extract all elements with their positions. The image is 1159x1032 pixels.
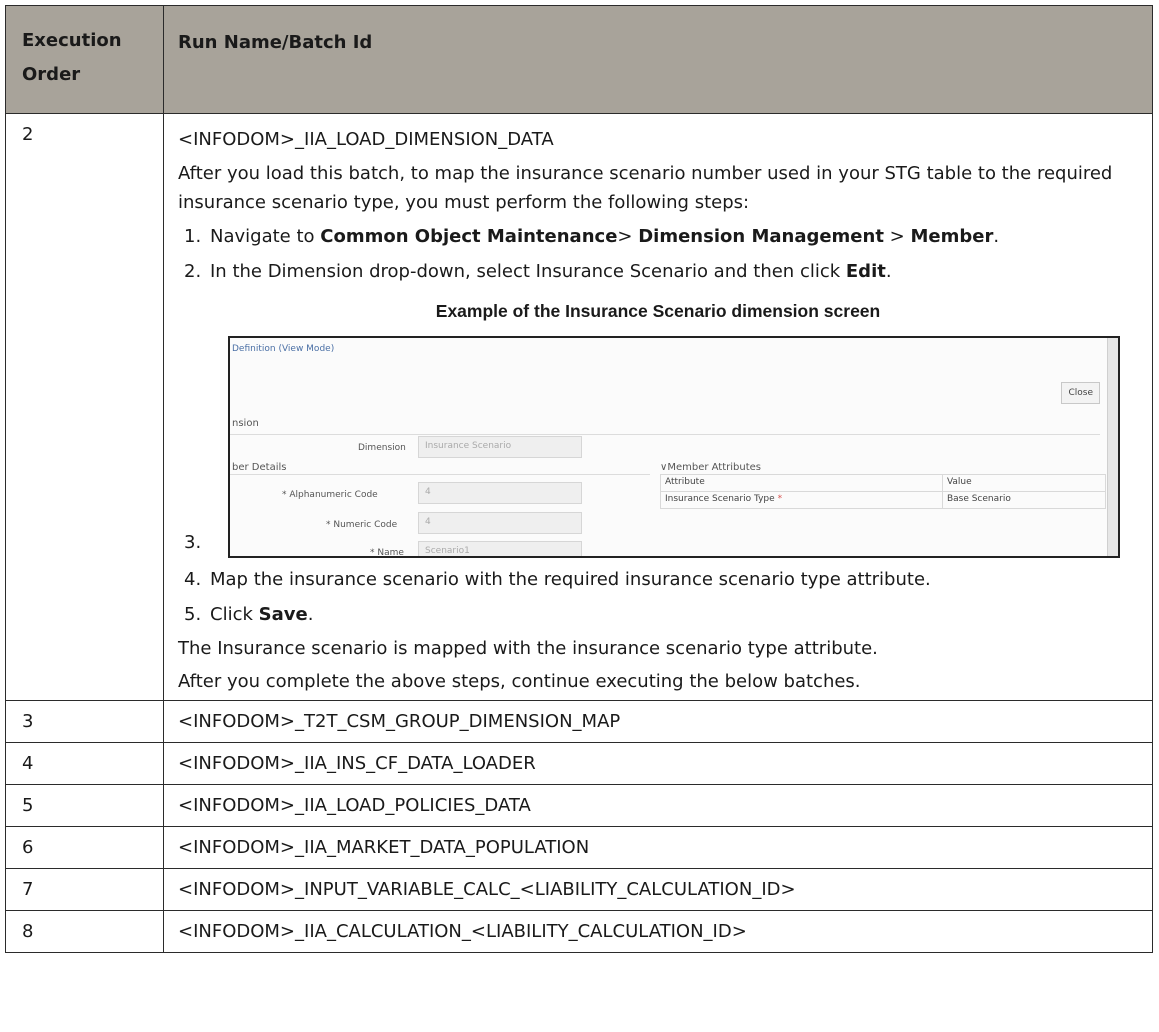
step-text: Navigate to (210, 226, 321, 247)
header-execution-order: Execution Order (5, 5, 164, 114)
step-number: 4. (184, 569, 202, 590)
period: . (885, 261, 892, 282)
numeric-code-label: * Numeric Code (326, 520, 398, 530)
alpha-code-label: * Alphanumeric Code (282, 490, 378, 500)
numeric-code-field[interactable]: 4 (418, 512, 582, 534)
dimension-field[interactable]: Insurance Scenario (418, 436, 582, 458)
member-attributes-table: Attribute Value Insurance Scenario Type … (660, 474, 1107, 509)
menu-common-object-maintenance: Common Object Maintenance (320, 226, 618, 247)
outro-paragraph-2: After you complete the above steps, cont… (178, 671, 861, 692)
table-row: 3 <INFODOM>_T2T_CSM_GROUP_DIMENSION_MAP (5, 700, 1153, 743)
header-run-name: Run Name/Batch Id (163, 5, 1153, 114)
run-name-cell: <INFODOM>_INPUT_VARIABLE_CALC_<LIABILITY… (163, 868, 1153, 911)
period: . (993, 226, 1000, 247)
step-number: 5. (184, 604, 202, 625)
save-label: Save (258, 604, 308, 625)
step-5: 5. Click Save. (184, 599, 1138, 630)
dimension-screenshot: Definition (View Mode) Close nsion Dimen… (228, 336, 1120, 558)
step-text: Map the insurance scenario with the requ… (210, 569, 931, 590)
table-row: 2 <INFODOM>_IIA_LOAD_DIMENSION_DATA Afte… (5, 113, 1153, 701)
value-header: Value (941, 474, 1107, 492)
execution-order-cell: 5 (5, 784, 164, 827)
value-cell[interactable]: Base Scenario (941, 491, 1107, 509)
execution-order-cell: 4 (5, 742, 164, 785)
attr-header: Attribute (660, 474, 943, 492)
table-row: 7 <INFODOM>_INPUT_VARIABLE_CALC_<LIABILI… (5, 868, 1153, 911)
table-row: 6 <INFODOM>_IIA_MARKET_DATA_POPULATION (5, 826, 1153, 869)
table-header-row: Execution Order Run Name/Batch Id (5, 5, 1153, 114)
step-3: 3. Definition (View Mode) Close nsion Di… (178, 336, 1138, 558)
table-row: 8 <INFODOM>_IIA_CALCULATION_<LIABILITY_C… (5, 910, 1153, 953)
step-4: 4. Map the insurance scenario with the re… (184, 564, 1138, 595)
execution-order-cell: 2 (5, 113, 164, 701)
execution-order-cell: 6 (5, 826, 164, 869)
figure-caption: Example of the Insurance Scenario dimens… (435, 301, 881, 321)
name-label: * Name (370, 548, 404, 558)
run-name-cell: <INFODOM>_T2T_CSM_GROUP_DIMENSION_MAP (163, 700, 1153, 743)
execution-order-cell: 8 (5, 910, 164, 953)
table-row: 5 <INFODOM>_IIA_LOAD_POLICIES_DATA (5, 784, 1153, 827)
batch-execution-table: Execution Order Run Name/Batch Id 2 <INF… (5, 5, 1153, 953)
step-number: 2. (184, 261, 202, 282)
run-name-cell: <INFODOM>_IIA_CALCULATION_<LIABILITY_CAL… (163, 910, 1153, 953)
execution-order-cell: 7 (5, 868, 164, 911)
outro-paragraph-1: The Insurance scenario is mapped with th… (178, 638, 878, 659)
period: . (307, 604, 314, 625)
close-button[interactable]: Close (1061, 382, 1100, 404)
run-name-cell: <INFODOM>_IIA_INS_CF_DATA_LOADER (163, 742, 1153, 785)
step-text: Click (210, 604, 259, 625)
menu-dimension-management: Dimension Management (638, 226, 884, 247)
step-text: In the Dimension drop-down, select Insur… (210, 261, 846, 282)
run-name-cell: <INFODOM>_IIA_MARKET_DATA_POPULATION (163, 826, 1153, 869)
execution-order-cell: 3 (5, 700, 164, 743)
steps-list-continued: 4. Map the insurance scenario with the re… (178, 564, 1138, 630)
dimension-label: Dimension (358, 443, 406, 453)
step-number: 3. (184, 532, 202, 553)
scrollbar[interactable] (1107, 338, 1118, 556)
name-field[interactable]: Scenario1 (418, 541, 582, 556)
table-row: 4 <INFODOM>_IIA_INS_CF_DATA_LOADER (5, 742, 1153, 785)
member-attributes-heading: ∨Member Attributes (660, 462, 762, 473)
run-name-cell: <INFODOM>_IIA_LOAD_POLICIES_DATA (163, 784, 1153, 827)
intro-paragraph: After you load this batch, to map the in… (178, 163, 1113, 213)
section-dimension: nsion (232, 418, 259, 429)
section-member-details: ber Details (232, 462, 287, 473)
step-number: 1. (184, 226, 202, 247)
separator: > (617, 226, 639, 247)
separator: > (883, 226, 911, 247)
edit-label: Edit (845, 261, 886, 282)
step-2: 2. In the Dimension drop-down, select Ins… (184, 256, 1138, 287)
run-name-cell: <INFODOM>_IIA_LOAD_DIMENSION_DATA After … (163, 113, 1153, 701)
screen-title: Definition (View Mode) (232, 344, 335, 354)
menu-member: Member (910, 226, 994, 247)
steps-list: 1. Navigate to Common Object Maintenance>… (178, 221, 1138, 287)
alpha-code-field[interactable]: 4 (418, 482, 582, 504)
step-1: 1. Navigate to Common Object Maintenance>… (184, 221, 1138, 252)
batch-id: <INFODOM>_IIA_LOAD_DIMENSION_DATA (178, 129, 554, 150)
attr-cell: Insurance Scenario Type * (660, 491, 943, 509)
